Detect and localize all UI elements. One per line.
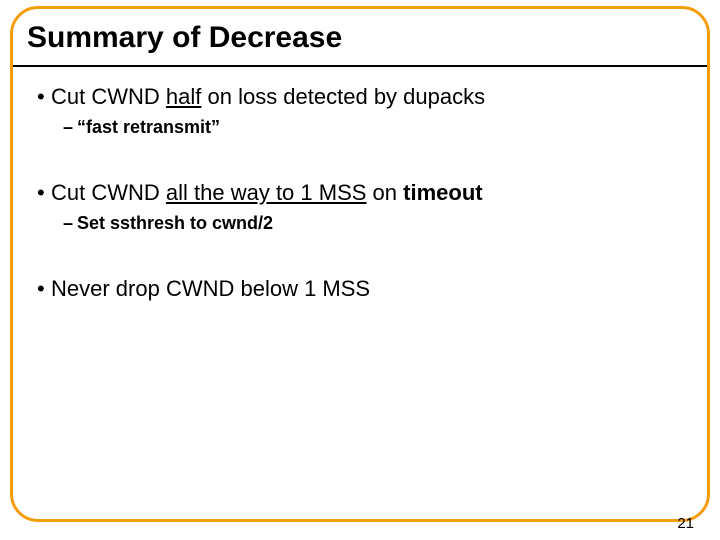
bullet-2-sub: –Set ssthresh to cwnd/2 — [63, 212, 683, 235]
bullet-2-bold: timeout — [403, 180, 482, 205]
bullet-2-underline: all the way to 1 MSS — [166, 180, 367, 205]
page-number: 21 — [677, 515, 694, 532]
slide-frame: Summary of Decrease •Cut CWND half on lo… — [10, 6, 710, 522]
title-bar: Summary of Decrease — [13, 9, 707, 67]
bullet-1-sub: –“fast retransmit” — [63, 116, 683, 139]
slide-title: Summary of Decrease — [27, 21, 693, 55]
dash-icon: – — [63, 116, 77, 139]
slide-content: •Cut CWND half on loss detected by dupac… — [13, 67, 707, 304]
bullet-3-text: Never drop CWND below 1 MSS — [51, 276, 370, 301]
bullet-1-sub-main: fast retransmit — [86, 117, 211, 137]
bullet-2: •Cut CWND all the way to 1 MSS on timeou… — [37, 179, 683, 208]
bullet-dot-icon: • — [37, 179, 51, 208]
bullet-2-pre: Cut CWND — [51, 180, 166, 205]
bullet-3: •Never drop CWND below 1 MSS — [37, 275, 683, 304]
bullet-2-sub-text: Set ssthresh to cwnd/2 — [77, 213, 273, 233]
bullet-1-post: on loss detected by dupacks — [201, 84, 485, 109]
dash-icon: – — [63, 212, 77, 235]
bullet-dot-icon: • — [37, 83, 51, 112]
bullet-1: •Cut CWND half on loss detected by dupac… — [37, 83, 683, 112]
bullet-1-sub-qclose: ” — [211, 117, 220, 137]
bullet-dot-icon: • — [37, 275, 51, 304]
bullet-1-pre: Cut CWND — [51, 84, 166, 109]
bullet-1-underline: half — [166, 84, 201, 109]
bullet-1-sub-qopen: “ — [77, 117, 86, 137]
bullet-2-mid: on — [366, 180, 403, 205]
